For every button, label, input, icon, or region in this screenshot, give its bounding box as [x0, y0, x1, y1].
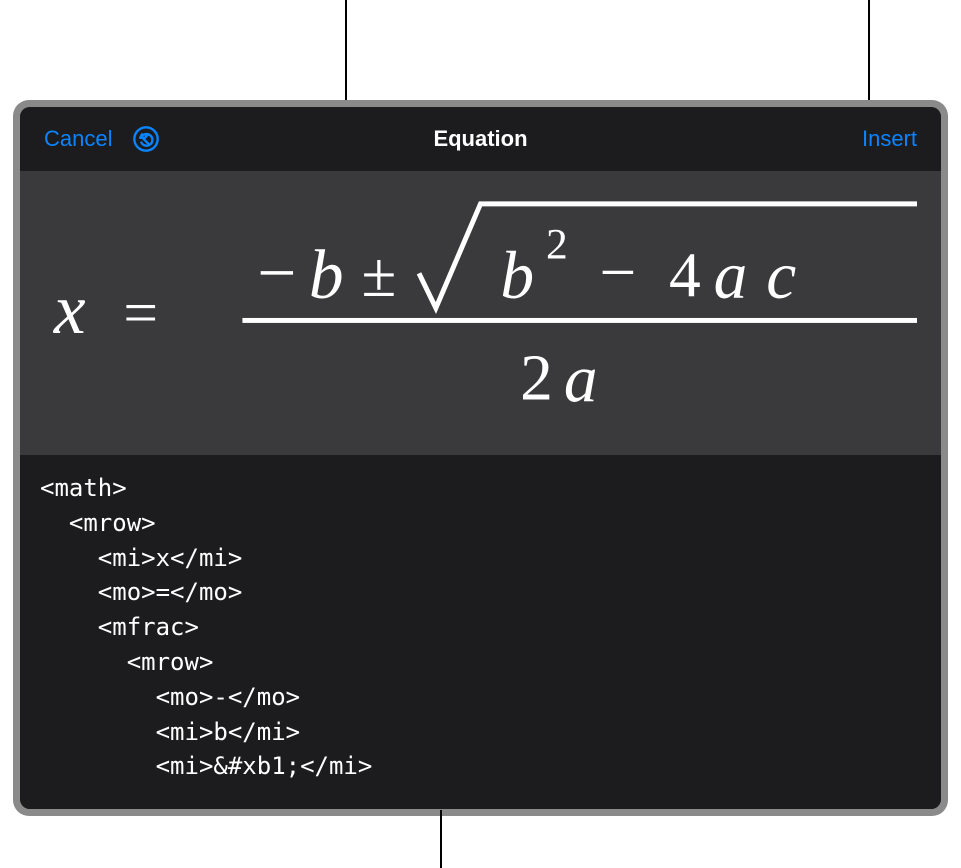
- equation-dialog: Cancel Equation Insert: [20, 107, 941, 809]
- toolbar-left: Cancel: [44, 125, 160, 153]
- svg-text:2: 2: [546, 220, 568, 268]
- equation-code-editor[interactable]: <math> <mrow> <mi>x</mi> <mo>=</mo> <mfr…: [20, 455, 941, 809]
- equation-render: x = − b ± b 2: [44, 189, 917, 437]
- equation-preview: x = − b ± b 2: [20, 171, 941, 455]
- code-text[interactable]: <math> <mrow> <mi>x</mi> <mo>=</mo> <mfr…: [40, 471, 921, 784]
- callout-leader-insert: [868, 0, 870, 100]
- dialog-toolbar: Cancel Equation Insert: [20, 107, 941, 171]
- svg-text:x: x: [53, 270, 86, 349]
- svg-text:2: 2: [520, 342, 553, 414]
- insert-button[interactable]: Insert: [862, 126, 917, 152]
- svg-text:a: a: [714, 238, 748, 313]
- svg-text:±: ±: [361, 239, 396, 310]
- undo-icon[interactable]: [132, 125, 160, 153]
- svg-text:c: c: [766, 238, 796, 313]
- svg-text:4: 4: [669, 239, 701, 310]
- callout-leader-code: [440, 810, 442, 868]
- svg-text:a: a: [564, 341, 598, 416]
- svg-text:b: b: [500, 238, 534, 313]
- svg-text:b: b: [309, 237, 344, 314]
- callout-leader-preview: [345, 0, 347, 100]
- cancel-button[interactable]: Cancel: [44, 126, 112, 152]
- equation-dialog-frame: Cancel Equation Insert: [13, 100, 948, 816]
- svg-text:=: =: [123, 279, 158, 347]
- svg-text:−: −: [600, 237, 637, 309]
- svg-text:−: −: [257, 235, 296, 312]
